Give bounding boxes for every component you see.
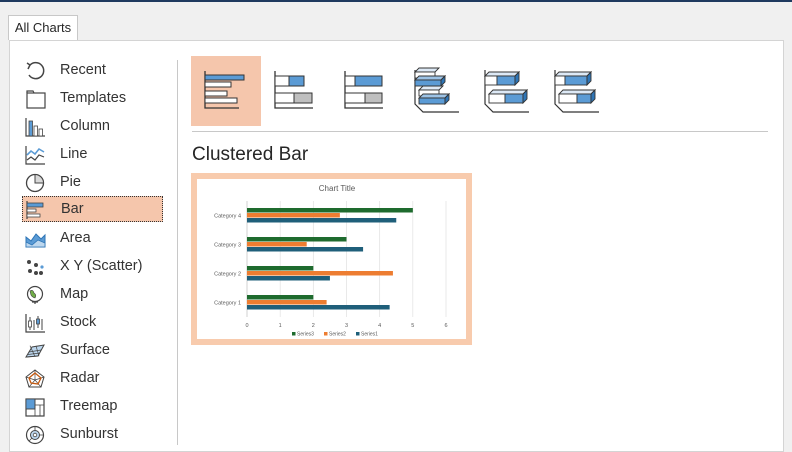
sidebar-item-map[interactable]: Map [22, 282, 163, 308]
bar [247, 300, 327, 305]
area-chart-icon [25, 233, 46, 248]
3d-clustered-bar-icon [413, 67, 459, 113]
subtype-3d-clustered-bar[interactable] [401, 56, 471, 126]
sidebar-item-surface[interactable]: Surface [22, 338, 163, 364]
sidebar-item-treemap[interactable]: Treemap [22, 394, 163, 420]
stock-chart-icon [25, 314, 45, 333]
line-chart-icon [25, 146, 45, 165]
bar [247, 208, 413, 213]
chart-preview[interactable]: Chart Title Category 1 Category 2 Category… [191, 173, 472, 345]
sidebar-item-label: Pie [60, 174, 81, 190]
x-tick-label: 0 [245, 323, 248, 329]
sidebar-item-pie[interactable]: Pie [22, 170, 163, 196]
pie-chart-icon [25, 173, 45, 193]
x-tick-label: 2 [312, 323, 315, 329]
legend-swatch [292, 332, 296, 336]
sidebar-item-line[interactable]: Line [22, 142, 163, 168]
bar [247, 242, 307, 247]
sidebar-item-label: Recent [60, 62, 106, 78]
sidebar-item-templates[interactable]: Templates [22, 86, 163, 112]
sidebar-item-area[interactable]: Area [22, 226, 163, 252]
window-top-border [0, 0, 792, 2]
bar [247, 305, 390, 310]
bar [247, 295, 314, 300]
sidebar-item-bar[interactable]: Bar [22, 196, 163, 222]
templates-icon [26, 90, 46, 109]
bar [247, 247, 364, 252]
sidebar-item-label: Radar [60, 370, 100, 386]
sidebar-item-radar[interactable]: Radar [22, 366, 163, 392]
legend-label: Series3 [297, 332, 314, 338]
chart-type-list: Recent Templates Column Line Pie Bar Are… [22, 56, 165, 445]
legend-label: Series1 [361, 332, 378, 338]
sidebar-item-label: Column [60, 118, 110, 134]
section-title: Clustered Bar [192, 144, 309, 165]
x-tick-label: 1 [279, 323, 282, 329]
legend-label: Series2 [329, 332, 346, 338]
scatter-chart-icon [27, 260, 44, 275]
3d-stacked-bar-icon [483, 70, 529, 113]
column-chart-icon [25, 118, 45, 137]
bar-chart-icon [26, 201, 44, 219]
3d-100-percent-stacked-bar-icon [553, 70, 599, 113]
sidebar-item-stock[interactable]: Stock [22, 310, 163, 336]
x-tick-label: 5 [411, 323, 414, 329]
bar [247, 276, 330, 281]
sidebar-item-label: Area [60, 230, 91, 246]
subtype-100-percent-stacked-bar[interactable] [331, 56, 401, 126]
bar [247, 237, 347, 242]
sidebar-item-label: Map [60, 286, 89, 302]
bar [247, 218, 397, 223]
category-label: Category 1 [214, 301, 241, 307]
sidebar-item-label: Surface [60, 342, 110, 358]
bar [247, 271, 393, 276]
sidebar-item-sunburst[interactable]: Sunburst [22, 422, 163, 448]
map-chart-icon [26, 285, 44, 304]
tab-all-charts[interactable]: All Charts [8, 15, 78, 40]
surface-chart-icon [25, 344, 45, 358]
sidebar-item-label: Templates [60, 90, 127, 106]
100-percent-stacked-bar-icon [344, 71, 383, 109]
x-tick-label: 4 [378, 323, 381, 329]
sidebar-item-label: Stock [60, 314, 97, 330]
sidebar-item-label: Sunburst [60, 426, 119, 442]
category-label: Category 2 [214, 272, 241, 278]
legend-swatch [356, 332, 360, 336]
radar-chart-icon [25, 369, 45, 388]
subtype-stacked-bar[interactable] [261, 56, 331, 126]
legend-swatch [324, 332, 328, 336]
chart-preview-inner: Chart Title Category 1 Category 2 Category… [197, 179, 466, 339]
category-label: Category 3 [214, 243, 241, 249]
clustered-bar-icon [204, 71, 245, 109]
recent-icon [26, 61, 45, 80]
sidebar-item-label: Line [60, 146, 88, 162]
subtype-clustered-bar[interactable] [191, 56, 261, 126]
stacked-bar-icon [274, 71, 313, 109]
sidebar-item-column[interactable]: Column [22, 114, 163, 140]
sidebar-item-label: Treemap [60, 398, 118, 414]
sidebar-item-label: X Y (Scatter) [60, 258, 143, 274]
vertical-divider [177, 60, 178, 445]
x-tick-label: 6 [444, 323, 447, 329]
sidebar-item-label: Bar [61, 201, 84, 217]
sidebar-item-scatter[interactable]: X Y (Scatter) [22, 254, 163, 280]
x-tick-label: 3 [345, 323, 348, 329]
treemap-chart-icon [25, 398, 45, 417]
sidebar-item-recent[interactable]: Recent [22, 58, 163, 84]
category-label: Category 4 [214, 214, 241, 220]
subtype-3d-100-percent-stacked-bar[interactable] [541, 56, 611, 126]
clustered-bar-chart: Chart Title Category 1 Category 2 Category… [214, 184, 447, 338]
horizontal-divider [192, 131, 768, 132]
bar [247, 213, 340, 218]
bar [247, 266, 314, 271]
sunburst-chart-icon [25, 425, 45, 445]
chart-title: Chart Title [319, 184, 356, 193]
subtype-3d-stacked-bar[interactable] [471, 56, 541, 126]
